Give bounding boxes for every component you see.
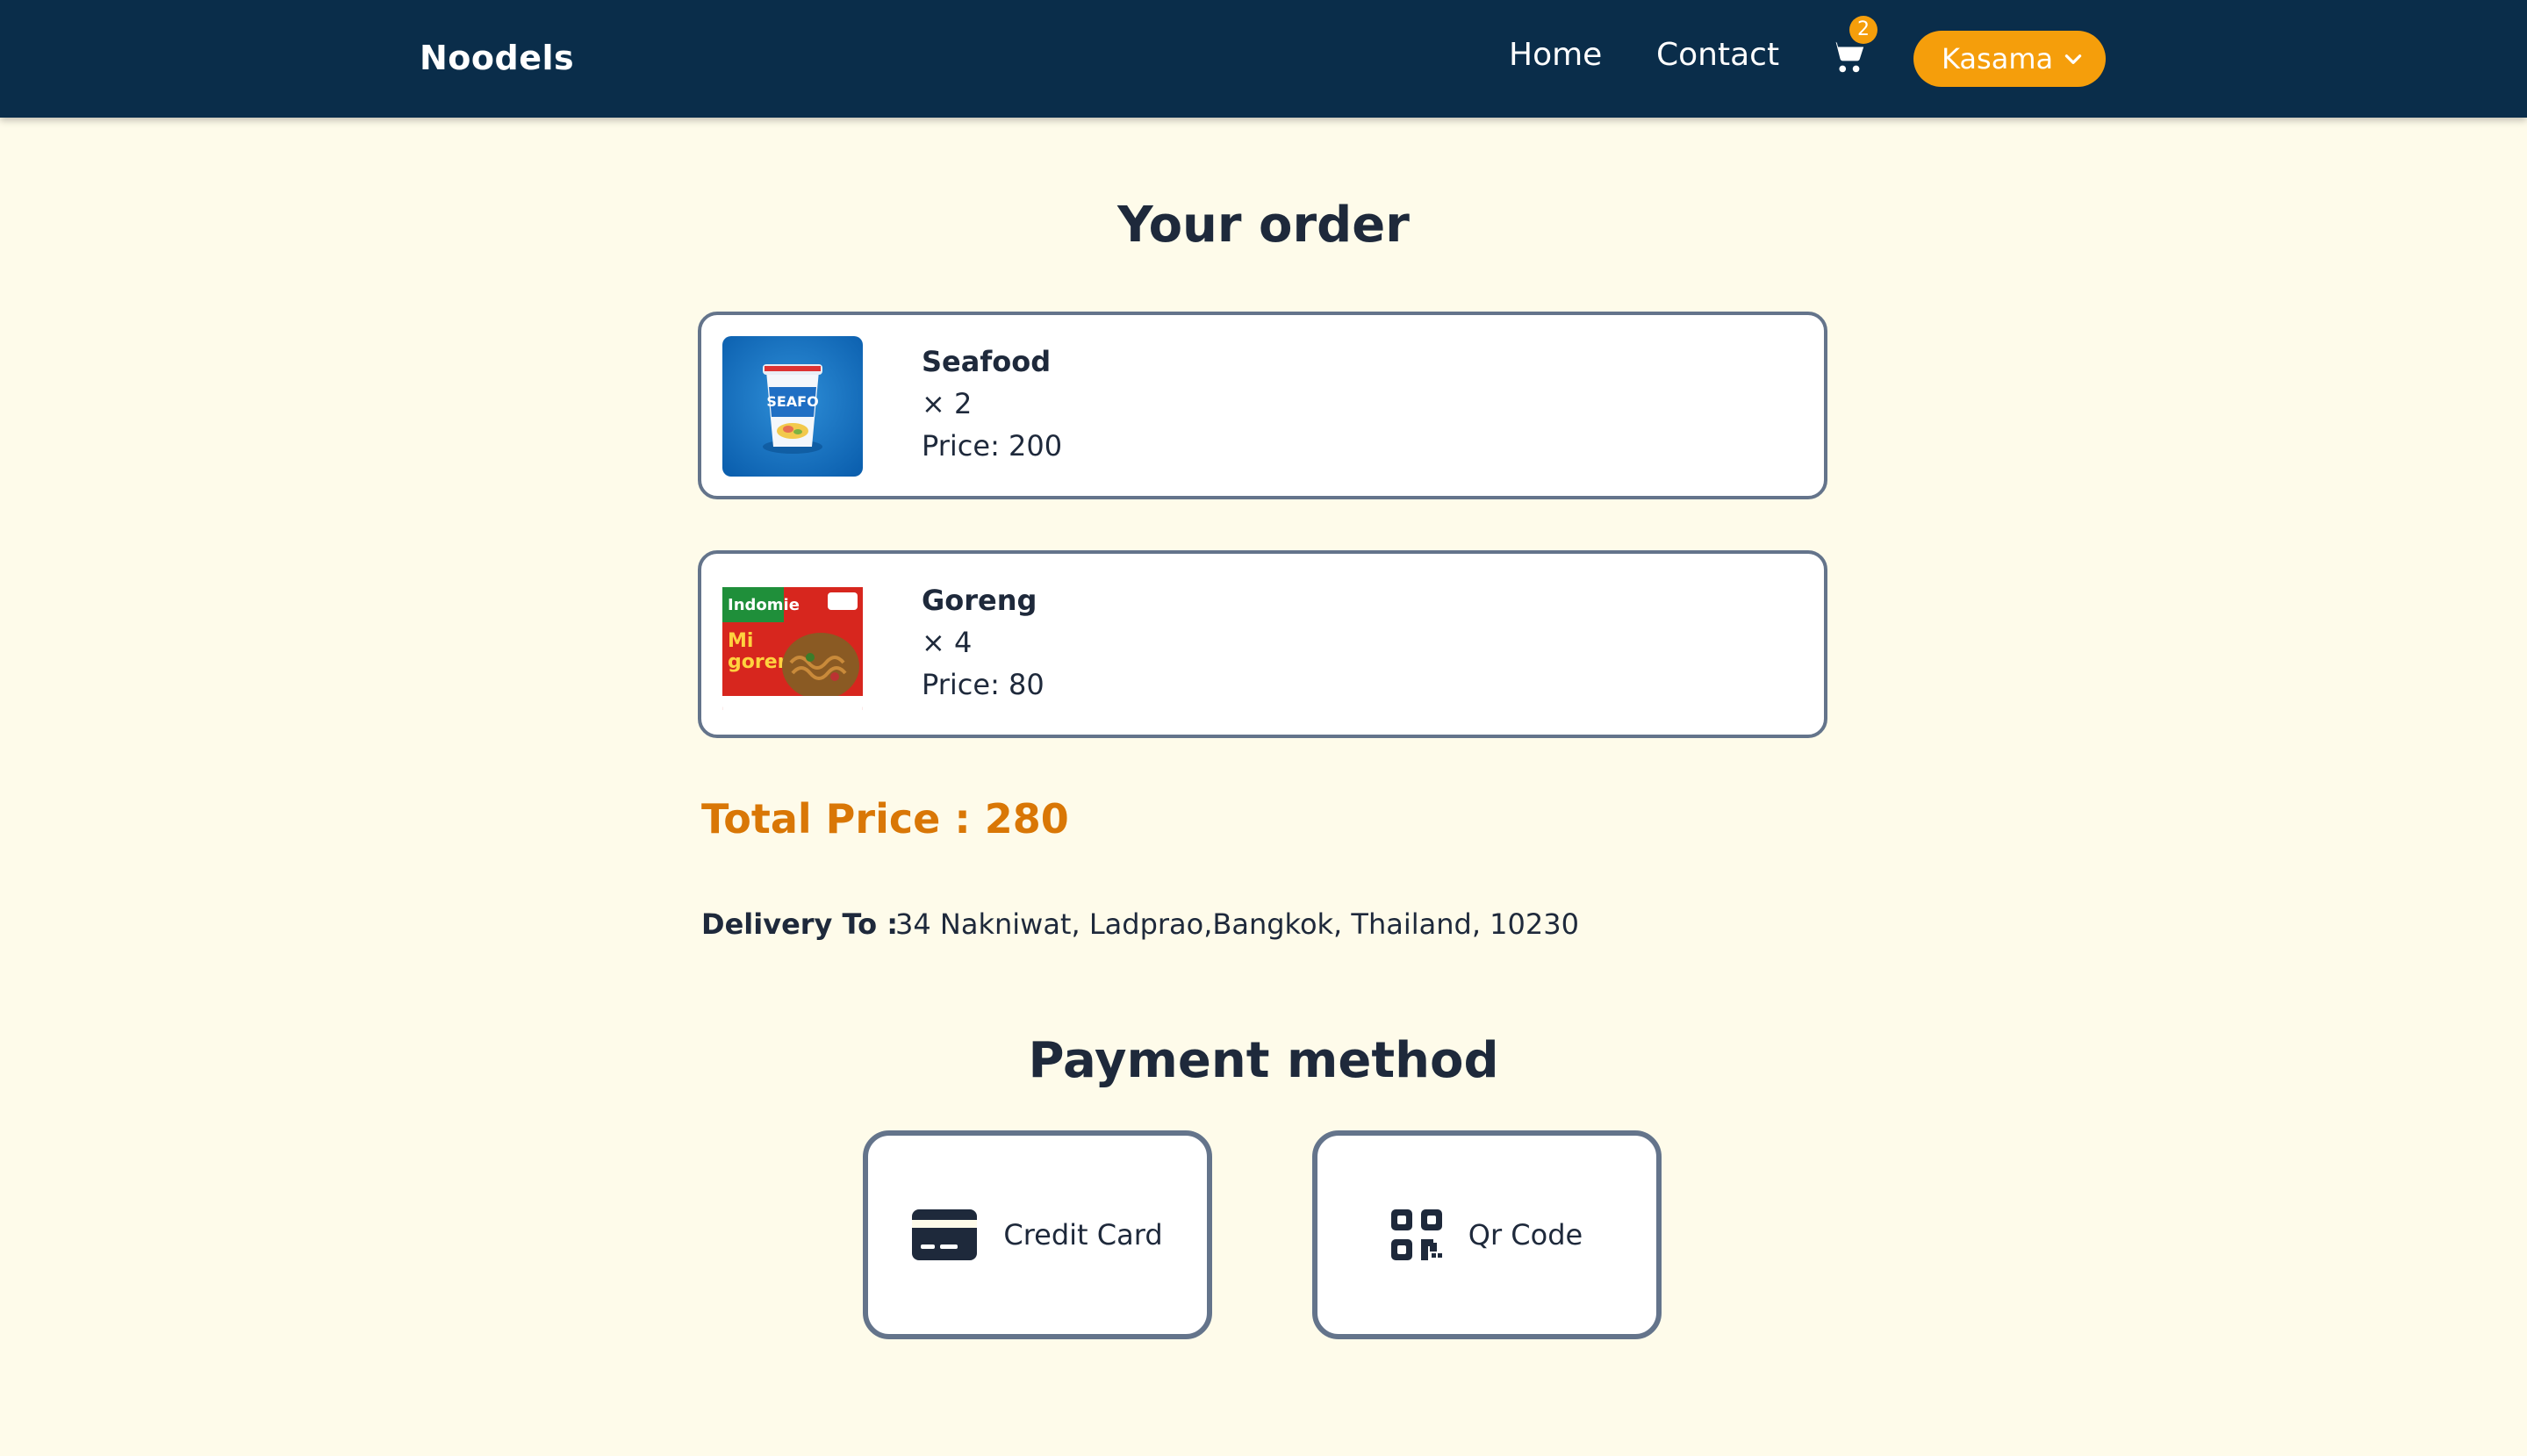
user-name-label: Kasama xyxy=(1942,42,2054,75)
qr-code-icon xyxy=(1390,1209,1442,1260)
order-item-card: SEAFO Seafood × 2 Price: 200 xyxy=(698,312,1827,499)
svg-text:SEAFO: SEAFO xyxy=(766,393,818,410)
delivery-address: 34 Nakniwat, Ladprao,Bangkok, Thailand, … xyxy=(895,907,1579,941)
nav-home-link[interactable]: Home xyxy=(1509,37,1602,73)
qr-code-option[interactable]: Qr Code xyxy=(1312,1130,1662,1339)
total-price: Total Price : 280 xyxy=(701,795,1069,843)
item-name: Seafood xyxy=(922,345,1052,378)
payment-method-title: Payment method xyxy=(1028,1032,1499,1089)
credit-card-icon xyxy=(912,1209,978,1260)
item-price: Price: 200 xyxy=(922,429,1063,463)
item-quantity: × 4 xyxy=(922,626,973,659)
mi-goreng-pack-image: Indomie Mi goreng xyxy=(722,575,863,715)
brand-logo[interactable]: Noodels xyxy=(420,39,574,77)
order-title: Your order xyxy=(1117,197,1410,254)
seafood-cup-noodle-image: SEAFO xyxy=(722,336,863,477)
navbar: Noodels Home Contact 2 Kasama xyxy=(0,0,2527,118)
nav-contact-link[interactable]: Contact xyxy=(1656,37,1779,73)
order-item-card: Indomie Mi goreng Goreng × 4 Price: 80 xyxy=(698,550,1827,738)
chevron-down-icon xyxy=(2064,54,2082,64)
qr-code-label: Qr Code xyxy=(1468,1218,1583,1252)
cart-count-badge: 2 xyxy=(1849,16,1877,44)
item-price: Price: 80 xyxy=(922,668,1045,701)
item-name: Goreng xyxy=(922,584,1037,617)
credit-card-label: Credit Card xyxy=(1003,1218,1163,1252)
item-quantity: × 2 xyxy=(922,387,973,420)
credit-card-option[interactable]: Credit Card xyxy=(863,1130,1212,1339)
user-menu-button[interactable]: Kasama xyxy=(1913,31,2106,87)
svg-text:Indomie: Indomie xyxy=(728,596,800,614)
svg-text:Mi: Mi xyxy=(728,630,753,652)
delivery-label: Delivery To : xyxy=(701,907,899,941)
